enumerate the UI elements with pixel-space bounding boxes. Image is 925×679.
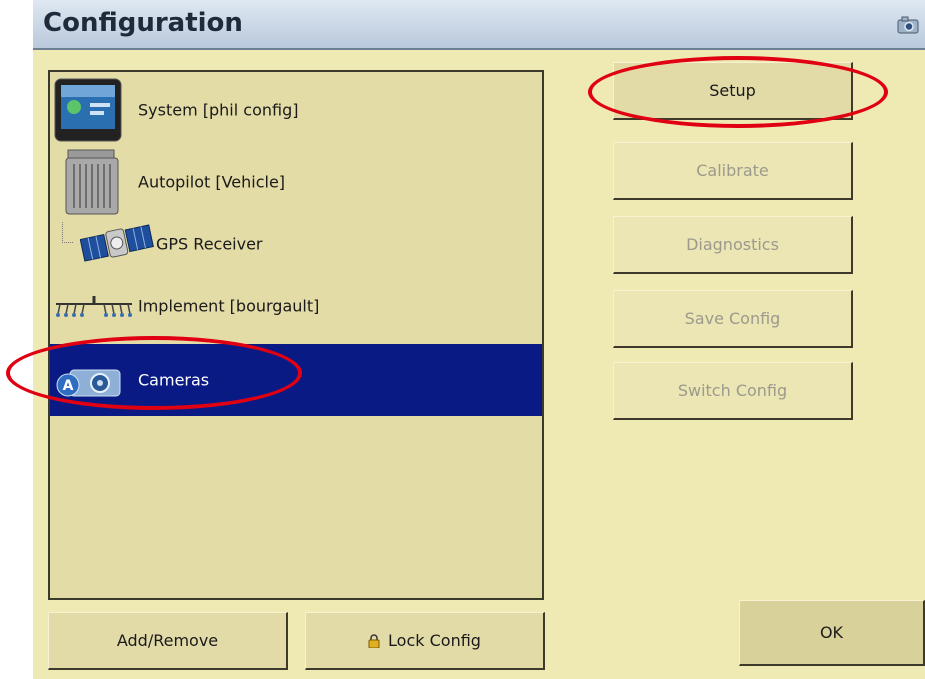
configuration-screen: Configuration System [phil config] Autop… <box>33 0 925 679</box>
title-bar: Configuration <box>33 0 925 50</box>
list-item-label: System [phil config] <box>138 100 299 120</box>
ok-button[interactable]: OK <box>739 600 925 666</box>
window-title: Configuration <box>43 8 243 38</box>
lock-icon <box>368 633 380 648</box>
save-config-button[interactable]: Save Config <box>613 290 853 348</box>
svg-text:A: A <box>63 378 74 394</box>
satellite-icon <box>79 216 154 276</box>
switch-config-button[interactable]: Switch Config <box>613 362 853 420</box>
list-item-implement[interactable]: Implement [bourgault] <box>50 270 542 342</box>
implement-icon <box>54 294 134 324</box>
camera-icon <box>897 16 919 38</box>
list-item-system[interactable]: System [phil config] <box>50 74 542 146</box>
lock-config-label: Lock Config <box>388 631 481 650</box>
lock-config-button[interactable]: Lock Config <box>305 612 545 670</box>
list-item-label: Autopilot [Vehicle] <box>138 172 286 192</box>
list-item-label: Cameras <box>138 370 210 390</box>
camera-icon: A <box>56 364 124 402</box>
diagnostics-button[interactable]: Diagnostics <box>613 216 853 274</box>
display-unit-icon <box>52 75 124 149</box>
list-item-cameras[interactable]: A Cameras <box>50 344 542 416</box>
list-item-label: GPS Receiver <box>156 234 263 254</box>
config-item-list: System [phil config] Autopilot [Vehicle] <box>48 70 544 600</box>
add-remove-button[interactable]: Add/Remove <box>48 612 288 670</box>
setup-button[interactable]: Setup <box>613 62 853 120</box>
calibrate-button[interactable]: Calibrate <box>613 142 853 200</box>
list-item-label: Implement [bourgault] <box>138 296 320 316</box>
